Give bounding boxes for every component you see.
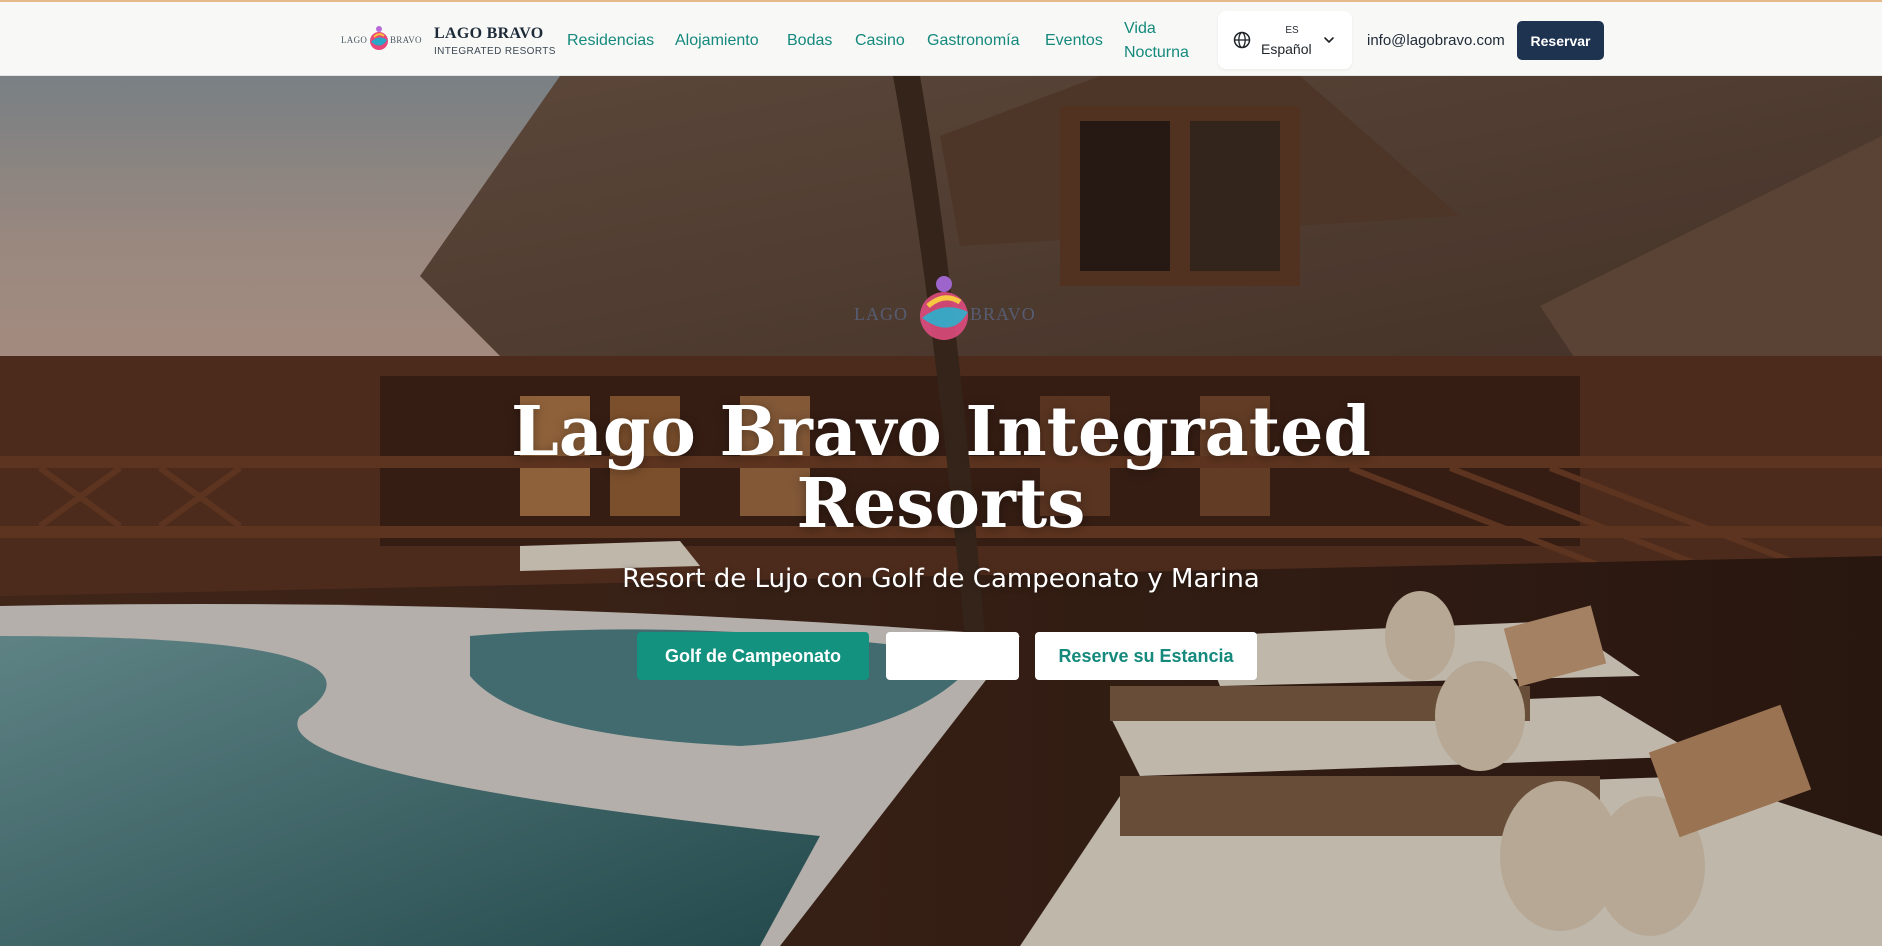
- nav-link-vida-nocturna-line2: Nocturna: [1124, 44, 1189, 61]
- hero-logo: LAGO BRAVO: [850, 272, 1046, 344]
- brand-logo-mark: LAGO BRAVO: [340, 21, 422, 61]
- nav-link-bodas[interactable]: Bodas: [787, 29, 832, 53]
- reserve-button[interactable]: Reservar: [1517, 21, 1604, 60]
- brand-logo-link[interactable]: LAGO BRAVO LAGO BRAVO INTEGRATED RESORTS: [340, 21, 556, 61]
- brand-text: LAGO BRAVO INTEGRATED RESORTS: [434, 25, 556, 57]
- logo-left-word: LAGO: [341, 35, 368, 45]
- site-header: LAGO BRAVO LAGO BRAVO INTEGRATED RESORTS…: [0, 0, 1882, 76]
- brand-name: LAGO BRAVO: [434, 25, 544, 42]
- logo-right-word: BRAVO: [390, 35, 422, 45]
- hero-section: LAGO BRAVO Lago Bravo Integrated Resorts…: [0, 76, 1882, 946]
- hero-title: Lago Bravo Integrated Resorts: [441, 396, 1441, 540]
- logo-orb-icon: [370, 26, 388, 50]
- language-name: Español: [1261, 41, 1312, 57]
- language-selector[interactable]: ES Español: [1218, 11, 1352, 69]
- hero-title-line1: Lago Bravo Integrated: [511, 392, 1371, 472]
- hero-logo-right-word: BRAVO: [970, 304, 1036, 324]
- globe-icon: [1233, 31, 1251, 49]
- language-code: ES: [1285, 25, 1299, 36]
- nav-link-casino[interactable]: Casino: [855, 29, 905, 53]
- nav-link-vida-nocturna[interactable]: Vida Nocturna: [1124, 17, 1204, 65]
- hero-logo-orb-icon: [920, 276, 968, 340]
- nav-link-gastronomia[interactable]: Gastronomía: [927, 29, 1019, 53]
- brand-subtitle: INTEGRATED RESORTS: [434, 46, 556, 57]
- reserve-stay-button[interactable]: Reserve su Estancia: [1035, 632, 1257, 680]
- contact-email-link[interactable]: info@lagobravo.com: [1367, 32, 1505, 49]
- nav-link-eventos[interactable]: Eventos: [1045, 29, 1103, 53]
- hero-subtitle: Resort de Lujo con Golf de Campeonato y …: [622, 564, 1260, 594]
- hero-logo-left-word: LAGO: [854, 304, 908, 324]
- nav-link-alojamiento[interactable]: Alojamiento: [675, 29, 759, 53]
- nav-link-residencias[interactable]: Residencias: [567, 29, 654, 53]
- blank-cta-button[interactable]: [886, 632, 1019, 680]
- hero-title-line2: Resorts: [796, 464, 1086, 544]
- nav-link-vida-nocturna-line1: Vida: [1124, 20, 1156, 37]
- chevron-down-icon: [1324, 37, 1334, 43]
- golf-button[interactable]: Golf de Campeonato: [637, 632, 869, 680]
